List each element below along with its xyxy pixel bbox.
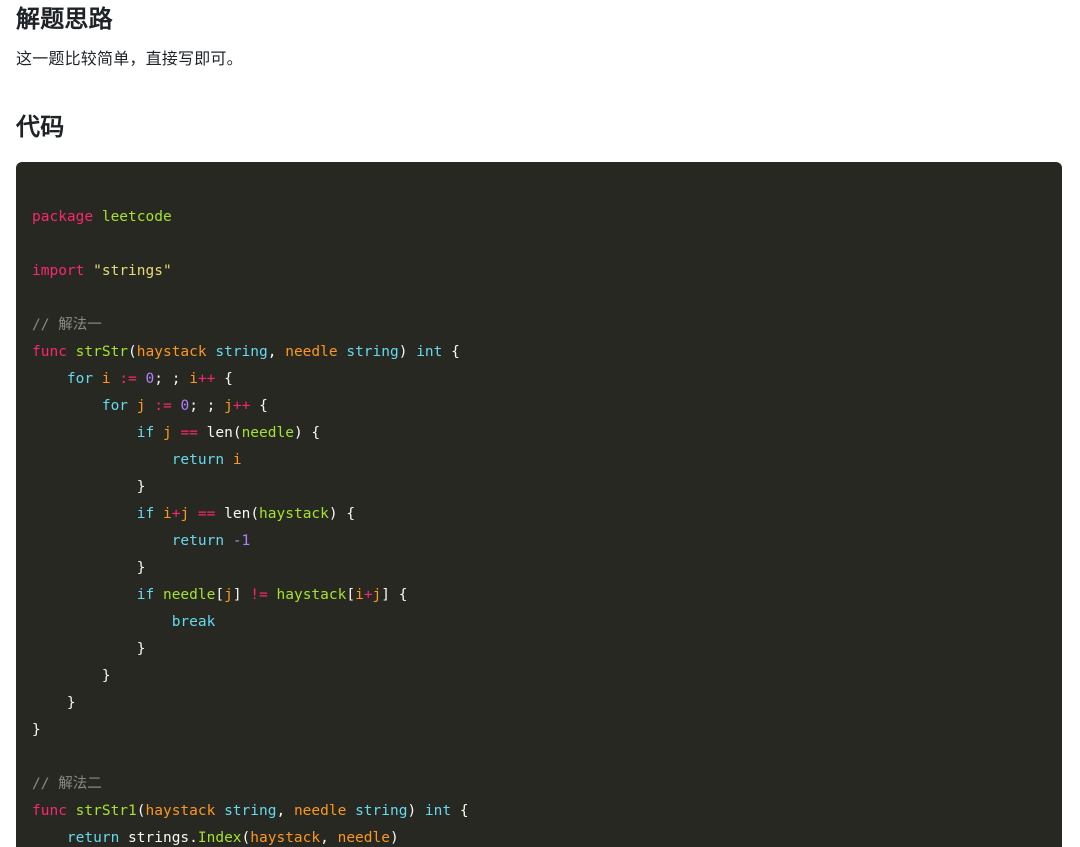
section-paragraph-approach: 这一题比较简单，直接写即可。 [16, 51, 243, 68]
code-go-source: package leetcode import "strings" // 解法一… [32, 208, 469, 846]
article-page: 解题思路 这一题比较简单，直接写即可。 代码 package leetcode … [0, 0, 1080, 847]
section-heading-approach: 解题思路 [16, 6, 113, 33]
code-content: package leetcode import "strings" // 解法一… [16, 178, 1062, 847]
section-heading-code: 代码 [16, 113, 65, 141]
code-block[interactable]: package leetcode import "strings" // 解法一… [16, 161, 1062, 847]
